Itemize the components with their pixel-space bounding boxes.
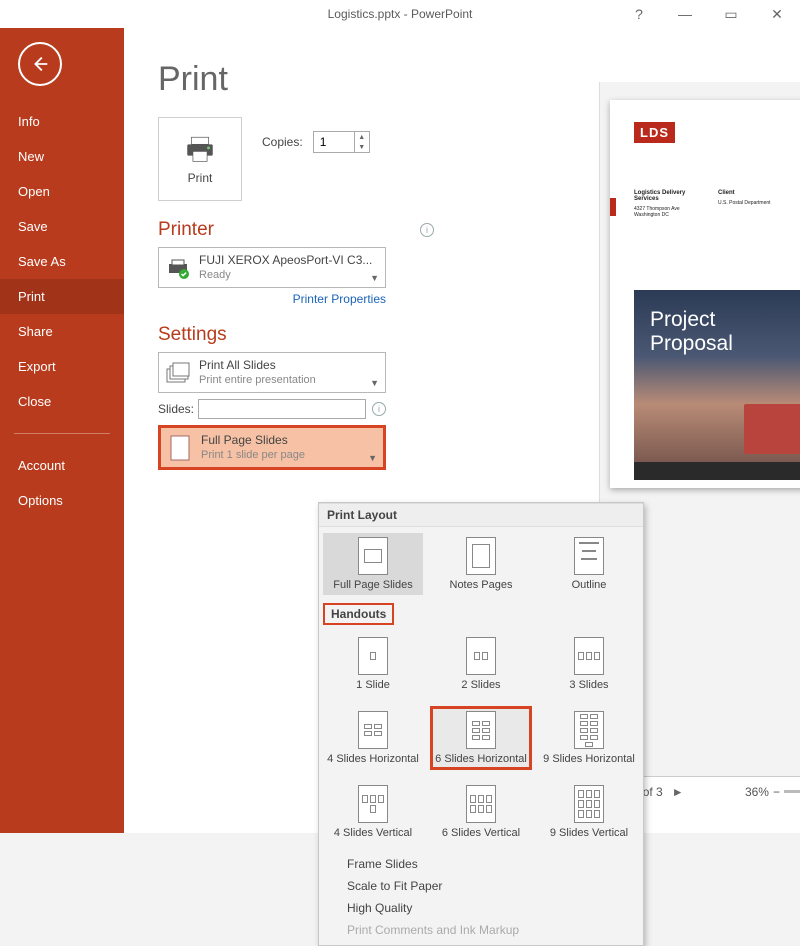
handout-option-9-slides-vertical[interactable]: 9 Slides Vertical [539,781,639,843]
layout-option-high-quality[interactable]: High Quality [319,897,643,919]
layout-dropdown[interactable]: Full Page Slides Print 1 slide per page … [158,425,386,470]
layout-option-notes-pages[interactable]: Notes Pages [431,533,531,595]
close-button[interactable]: ✕ [754,0,800,28]
printer-status-icon [165,256,191,280]
chevron-down-icon: ▼ [370,378,379,388]
handout-option-9-slides-horizontal[interactable]: 9 Slides Horizontal [539,707,639,769]
copies-down[interactable]: ▼ [355,142,369,152]
sidebar-item-options[interactable]: Options [0,483,124,518]
handout-option-4-slides-vertical[interactable]: 4 Slides Vertical [323,781,423,843]
settings-heading: Settings [158,324,450,346]
sidebar-separator [14,433,110,434]
printer-name: FUJI XEROX ApeosPort-VI C3... [199,252,379,268]
zoom-out-button[interactable]: − [773,785,780,799]
preview-page: LDS Logistics Delivery Services4327 Thom… [610,100,800,488]
info-icon[interactable]: i [372,402,386,416]
sidebar-item-share[interactable]: Share [0,314,124,349]
printer-dropdown[interactable]: FUJI XEROX ApeosPort-VI C3... Ready ▼ [158,247,386,288]
page-title: Print [158,60,450,99]
copies-label: Copies: [262,135,303,149]
hero-line2: Proposal [650,332,800,356]
layout-option-print-comments-and-ink-markup: Print Comments and Ink Markup [319,919,643,941]
layout-option-frame-slides[interactable]: Frame Slides [319,853,643,875]
handout-option-6-slides-horizontal[interactable]: 6 Slides Horizontal [431,707,531,769]
handout-option-6-slides-vertical[interactable]: 6 Slides Vertical [431,781,531,843]
printer-heading: Printer i [158,219,450,241]
print-button-label: Print [188,171,213,185]
sidebar-item-export[interactable]: Export [0,349,124,384]
group-print-layout: Print Layout [319,503,643,527]
chevron-down-icon: ▼ [370,273,379,283]
logo: LDS [634,122,675,143]
handout-option-4-slides-horizontal[interactable]: 4 Slides Horizontal [323,707,423,769]
info-icon[interactable]: i [420,223,434,237]
titlebar: Logistics.pptx - PowerPoint ? — ▭ ✕ [0,0,800,28]
next-page-button[interactable]: ► [669,785,687,799]
layout-sub: Print 1 slide per page [201,448,377,463]
slides-input[interactable] [198,399,366,419]
slides-stack-icon [165,362,191,384]
sidebar-item-print[interactable]: Print [0,279,124,314]
zoom-value: 36% [745,785,769,799]
layout-option-scale-to-fit-paper[interactable]: Scale to Fit Paper [319,875,643,897]
copies-up[interactable]: ▲ [355,132,369,142]
layout-option-full-page-slides[interactable]: Full Page Slides [323,533,423,595]
print-range-sub: Print entire presentation [199,373,379,388]
back-button[interactable] [18,42,62,86]
printer-icon [183,133,217,167]
print-button[interactable]: Print [158,117,242,201]
page-icon [167,435,193,461]
sidebar-item-account[interactable]: Account [0,448,124,483]
sidebar-item-close[interactable]: Close [0,384,124,419]
hero-line1: Project [650,308,800,332]
page-total: of 3 [643,785,663,799]
slides-label: Slides: [158,402,194,416]
layout-title: Full Page Slides [201,432,377,448]
printer-status: Ready [199,268,379,283]
print-range-dropdown[interactable]: Print All Slides Print entire presentati… [158,352,386,393]
handout-option-1-slide[interactable]: 1 Slide [323,633,423,695]
sidebar-item-save-as[interactable]: Save As [0,244,124,279]
handout-option-3-slides[interactable]: 3 Slides [539,633,639,695]
copies-spinner[interactable]: ▲▼ [313,131,370,153]
group-handouts: Handouts [323,603,394,625]
sidebar-item-new[interactable]: New [0,139,124,174]
restore-button[interactable]: ▭ [708,0,754,28]
back-arrow-icon [29,53,51,75]
sidebar-item-save[interactable]: Save [0,209,124,244]
print-range-title: Print All Slides [199,357,379,373]
help-button[interactable]: ? [616,0,662,28]
hero-image: Project Proposal [634,290,800,480]
zoom-slider[interactable] [784,790,800,793]
printer-properties-link[interactable]: Printer Properties [158,292,386,306]
backstage-sidebar: InfoNewOpenSaveSave AsPrintShareExportCl… [0,28,124,833]
copies-input[interactable] [314,132,354,152]
sidebar-item-info[interactable]: Info [0,104,124,139]
minimize-button[interactable]: — [662,0,708,28]
window-title: Logistics.pptx - PowerPoint [328,7,473,21]
layout-popup: Print Layout Full Page SlidesNotes Pages… [318,502,644,946]
handout-option-2-slides[interactable]: 2 Slides [431,633,531,695]
sidebar-item-open[interactable]: Open [0,174,124,209]
window-controls: ? — ▭ ✕ [616,0,800,28]
layout-option-outline[interactable]: Outline [539,533,639,595]
chevron-down-icon: ▼ [368,453,377,463]
